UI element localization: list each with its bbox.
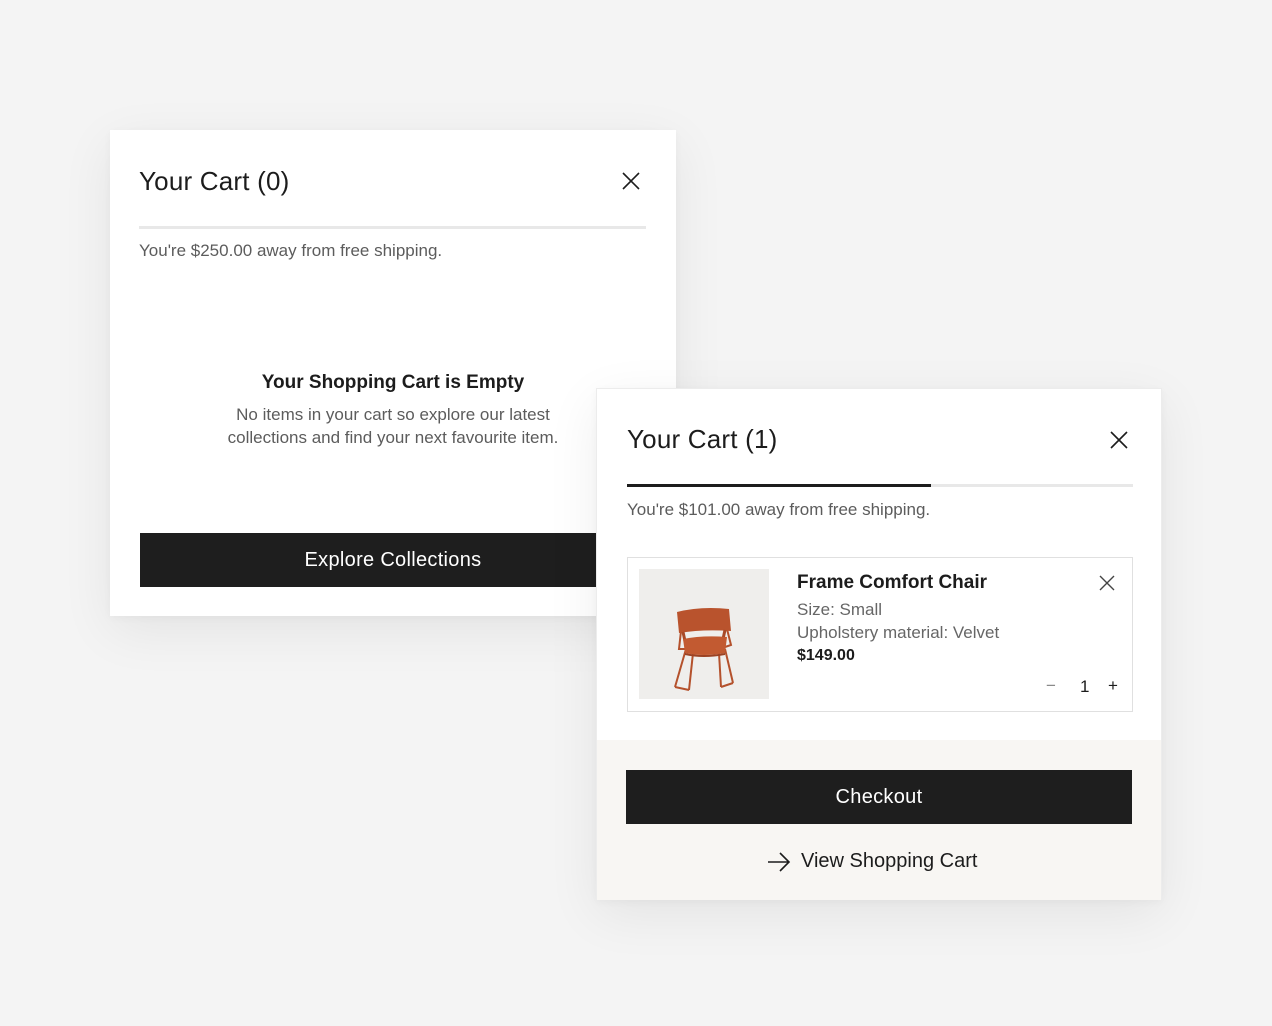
empty-cart-panel: Your Cart (0) You're $250.00 away from f… [110, 130, 676, 616]
shipping-progress-bar [627, 484, 1133, 487]
shipping-progress-fill [627, 484, 931, 487]
quantity-decrease-button[interactable]: − [1046, 677, 1056, 694]
view-shopping-cart-label: View Shopping Cart [801, 850, 978, 872]
shipping-progress-bar [139, 226, 646, 229]
empty-cart-heading: Your Shopping Cart is Empty [261, 372, 525, 393]
free-shipping-message: You're $101.00 away from free shipping. [627, 500, 931, 519]
checkout-button[interactable]: Checkout [626, 770, 1132, 824]
filled-cart-panel: Your Cart (1) You're $101.00 away from f… [596, 388, 1162, 900]
free-shipping-message: You're $250.00 away from free shipping. [139, 241, 443, 260]
close-icon [1110, 431, 1128, 449]
empty-cart-description: No items in your cart so explore our lat… [110, 403, 676, 449]
close-button[interactable] [1108, 429, 1130, 451]
cart-item: Frame Comfort Chair Size: Small Upholste… [627, 557, 1133, 712]
close-button[interactable] [620, 170, 642, 192]
arrow-right-icon [768, 851, 791, 872]
quantity-value: 1 [1080, 677, 1090, 696]
empty-cart-description-text: No items in your cart so explore our lat… [227, 405, 559, 447]
product-price: $149.00 [797, 647, 855, 664]
cart-title: Your Cart (1) [627, 424, 778, 454]
chair-thumbnail [674, 608, 734, 691]
product-material: Upholstery material: Velvet [797, 623, 1000, 642]
product-size: Size: Small [797, 600, 883, 619]
remove-item-button[interactable] [1097, 573, 1117, 593]
explore-collections-button[interactable]: Explore Collections [140, 533, 646, 587]
view-shopping-cart-link[interactable]: View Shopping Cart [767, 850, 977, 873]
product-image[interactable] [639, 569, 769, 699]
close-icon [1099, 575, 1115, 591]
product-name[interactable]: Frame Comfort Chair [797, 572, 987, 594]
close-icon [622, 172, 640, 190]
cart-title: Your Cart (0) [139, 166, 290, 196]
quantity-increase-button[interactable]: + [1108, 677, 1118, 694]
